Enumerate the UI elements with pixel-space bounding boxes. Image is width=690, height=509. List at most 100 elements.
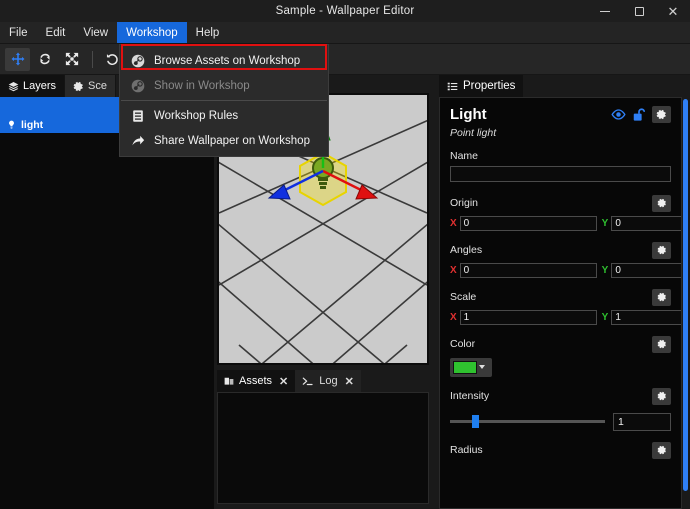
- gear-icon: [657, 445, 666, 455]
- menu-file[interactable]: File: [0, 22, 37, 43]
- origin-fields: X Y Z: [450, 215, 681, 231]
- axis-x-label: X: [450, 217, 457, 229]
- properties-settings-button[interactable]: [652, 106, 671, 123]
- color-swatch: [453, 360, 477, 374]
- origin-label: Origin: [450, 197, 479, 209]
- angles-y-input[interactable]: [611, 262, 681, 278]
- tab-properties[interactable]: Properties: [439, 75, 524, 97]
- axis-y-label: Y: [601, 217, 609, 229]
- maximize-icon: [634, 6, 644, 16]
- tab-scene-label: Sce: [88, 80, 107, 92]
- list-item-label: light: [21, 118, 44, 131]
- color-label: Color: [450, 338, 476, 350]
- title-bar: Sample - Wallpaper Editor ✕: [0, 0, 690, 22]
- menu-item-show-in-workshop: Show in Workshop: [120, 73, 328, 98]
- menu-item-browse-assets-label: Browse Assets on Workshop: [154, 54, 301, 67]
- scale-x-input[interactable]: [459, 309, 597, 325]
- menu-workshop-label: Workshop: [126, 26, 178, 39]
- tab-log-label: Log: [319, 375, 338, 387]
- axis-x-label: X: [450, 264, 457, 276]
- intensity-value-input[interactable]: [613, 412, 671, 431]
- menu-help[interactable]: Help: [187, 22, 229, 43]
- axis-y-label: Y: [601, 264, 609, 276]
- color-settings-button[interactable]: [652, 335, 671, 353]
- axis-x-label: X: [450, 311, 457, 323]
- tab-scene[interactable]: Sce: [65, 75, 116, 97]
- menu-view-label: View: [83, 26, 109, 39]
- steam-icon: [131, 54, 145, 67]
- tab-log[interactable]: Log ✕: [295, 370, 361, 392]
- properties-dock: Properties Light Point light Name Origin…: [433, 75, 690, 509]
- radius-section-header: Radius: [450, 441, 671, 459]
- angles-section-header: Angles: [450, 241, 671, 259]
- workshop-dropdown-menu: Browse Assets on Workshop Show in Worksh…: [119, 44, 329, 157]
- visibility-eye-icon[interactable]: [611, 107, 626, 122]
- tab-layers[interactable]: Layers: [0, 75, 66, 97]
- close-icon[interactable]: ✕: [279, 375, 288, 388]
- angles-settings-button[interactable]: [652, 241, 671, 259]
- gear-icon: [656, 109, 666, 120]
- properties-header: Light: [450, 106, 671, 123]
- gear-icon: [657, 391, 666, 401]
- menu-item-browse-assets[interactable]: Browse Assets on Workshop: [120, 48, 328, 73]
- lock-open-icon[interactable]: [632, 107, 646, 122]
- name-label: Name: [450, 150, 479, 162]
- properties-body: Light Point light Name Origin X 0 Y 0 An…: [439, 97, 682, 509]
- close-icon: ✕: [667, 3, 679, 19]
- list-icon: [447, 82, 458, 90]
- radius-settings-button[interactable]: [652, 441, 671, 459]
- menu-edit[interactable]: Edit: [37, 22, 75, 43]
- layers-panel: + Add A light: [0, 97, 214, 509]
- scale-settings-button[interactable]: [652, 288, 671, 306]
- menu-item-share-wallpaper[interactable]: Share Wallpaper on Workshop: [120, 128, 328, 153]
- gear-icon: [657, 339, 666, 349]
- angles-x-input[interactable]: [459, 262, 597, 278]
- intensity-slider-handle[interactable]: [471, 415, 479, 428]
- menu-workshop[interactable]: Workshop: [117, 22, 187, 43]
- menu-view[interactable]: View: [74, 22, 117, 43]
- minimize-button[interactable]: [588, 0, 622, 22]
- gear-icon: [73, 81, 83, 91]
- intensity-slider[interactable]: [450, 415, 605, 428]
- bottom-tabstrip: Assets ✕ Log ✕: [217, 370, 429, 392]
- steam-icon: [131, 79, 145, 92]
- bulb-icon: [9, 120, 14, 129]
- scale-y-input[interactable]: [611, 309, 681, 325]
- close-button[interactable]: ✕: [656, 0, 690, 22]
- origin-settings-button[interactable]: [652, 194, 671, 212]
- menu-help-label: Help: [195, 26, 220, 39]
- intensity-settings-button[interactable]: [652, 387, 671, 405]
- move-icon: [11, 52, 24, 66]
- scale-icon: [65, 52, 78, 66]
- properties-scrollbar[interactable]: [683, 99, 688, 491]
- page-title: Light: [450, 106, 487, 123]
- menu-bar: File Edit View Workshop Help: [0, 22, 690, 44]
- tab-properties-label: Properties: [463, 80, 516, 92]
- rotate-tool-button[interactable]: [32, 48, 57, 71]
- scale-section-header: Scale: [450, 288, 671, 306]
- toolbar: [0, 44, 690, 75]
- gear-icon: [657, 245, 666, 255]
- tab-assets[interactable]: Assets ✕: [217, 370, 296, 392]
- window-controls: ✕: [588, 0, 690, 22]
- name-field[interactable]: [450, 166, 671, 182]
- menu-item-show-in-workshop-label: Show in Workshop: [154, 79, 250, 92]
- terminal-icon: [302, 377, 313, 385]
- gear-icon: [657, 198, 666, 208]
- axis-y-label: Y: [601, 311, 609, 323]
- menu-item-share-wallpaper-label: Share Wallpaper on Workshop: [154, 134, 310, 147]
- toolbar-separator: [92, 50, 93, 68]
- close-icon[interactable]: ✕: [345, 375, 354, 388]
- origin-x-input[interactable]: [459, 215, 597, 231]
- color-picker-button[interactable]: [450, 357, 492, 377]
- radius-label: Radius: [450, 444, 483, 456]
- minimize-icon: [600, 10, 610, 12]
- maximize-button[interactable]: [622, 0, 656, 22]
- origin-y-input[interactable]: [611, 215, 681, 231]
- scale-tool-button[interactable]: [59, 48, 84, 71]
- gear-icon: [657, 292, 666, 302]
- assets-panel-body[interactable]: [217, 392, 429, 504]
- menu-file-label: File: [9, 26, 28, 39]
- move-tool-button[interactable]: [5, 47, 30, 71]
- menu-item-workshop-rules[interactable]: Workshop Rules: [120, 103, 328, 128]
